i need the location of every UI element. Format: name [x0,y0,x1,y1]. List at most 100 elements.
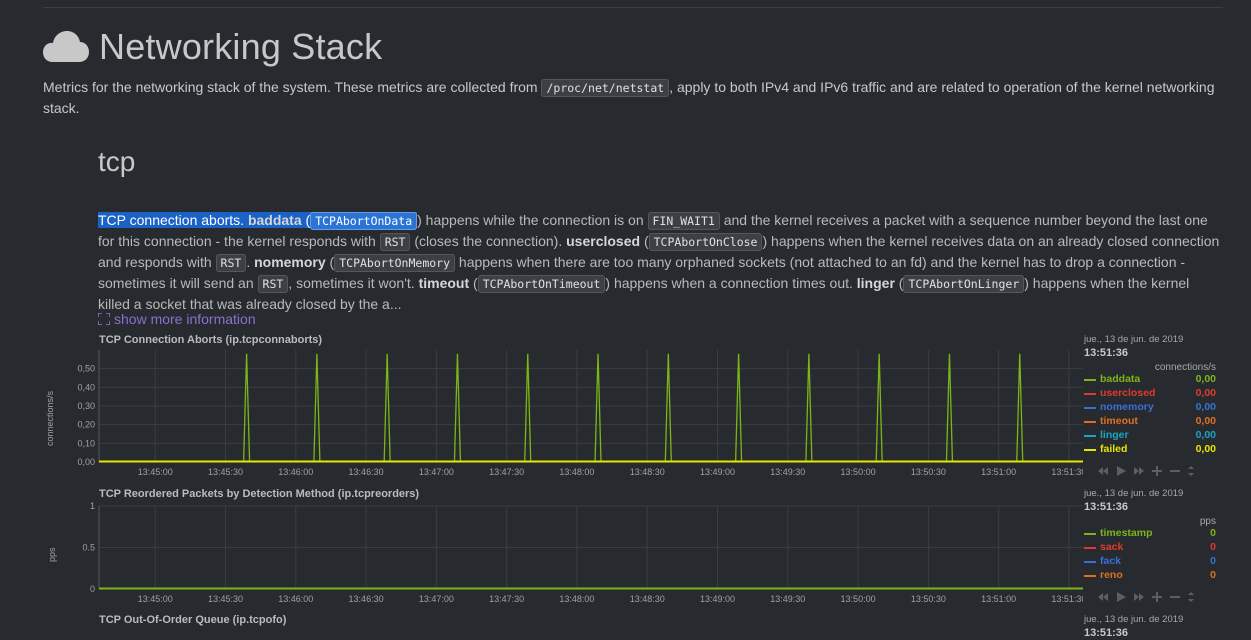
chart-legend: jue., 13 de jun. de 2019 13:51:36 [1084,614,1216,639]
y-tick-label: 0,30 [77,401,95,411]
chart-legend: jue., 13 de jun. de 2019 13:51:36 connec… [1084,334,1216,457]
legend-item-timeout[interactable]: timeout 0,00 [1084,415,1216,429]
chart-tcp-reorders[interactable]: TCP Reordered Packets by Detection Metho… [43,488,1223,612]
zoom-out-icon[interactable] [1169,465,1181,477]
forward-icon[interactable] [1133,591,1145,603]
section-description: Metrics for the networking stack of the … [43,77,1223,118]
chart-legend: jue., 13 de jun. de 2019 13:51:36 pps ti… [1084,488,1216,583]
spike-mark [805,353,813,463]
term: timeout [418,275,470,291]
spike-mark [664,353,672,463]
legend-swatch [1084,449,1096,451]
rewind-icon[interactable] [1097,591,1109,603]
inline-code: FIN_WAIT1 [647,212,720,230]
text: ( [640,233,649,249]
chart-tcp-connaborts[interactable]: TCP Connection Aborts (ip.tcpconnaborts)… [43,334,1223,484]
text: (closes the connection). [410,233,567,249]
legend-date: jue., 13 de jun. de 2019 [1084,488,1184,499]
legend-value: 0 [1210,555,1216,567]
legend-item-reno[interactable]: reno 0 [1084,569,1216,583]
x-tick-label: 13:48:30 [630,594,665,604]
x-tick-label: 13:46:30 [349,594,384,604]
y-tick-label: 0,40 [77,382,95,392]
legend-value: 0,00 [1195,415,1216,427]
show-more-label: show more information [114,311,256,327]
legend-swatch [1084,393,1096,395]
legend-units: pps [1199,516,1216,527]
zoom-in-icon[interactable] [1151,591,1163,603]
x-tick-label: 13:48:30 [630,467,665,477]
x-tick-label: 13:47:00 [419,467,454,477]
inline-code: RST [215,254,247,272]
inline-code: TCPAbortOnTimeout [477,275,606,293]
legend-value: 0,00 [1195,429,1216,441]
forward-icon[interactable] [1133,465,1145,477]
legend-value: 0,00 [1195,373,1216,385]
x-tick-label: 13:50:30 [911,467,946,477]
x-tick-label: 13:50:00 [841,594,876,604]
legend-name: userclosed [1100,387,1156,399]
play-icon[interactable] [1115,465,1127,477]
legend-item-linger[interactable]: linger 0,00 [1084,429,1216,443]
resize-icon[interactable] [1187,591,1195,603]
legend-value: 0,00 [1195,443,1216,455]
spike-mark [242,353,251,463]
legend-name: baddata [1100,373,1141,385]
text: ( [325,254,335,270]
legend-item-fack[interactable]: fack 0 [1084,555,1216,569]
zoom-in-icon[interactable] [1151,465,1163,477]
legend-name: nomemory [1100,401,1154,413]
legend-item-timestamp[interactable]: timestamp 0 [1084,527,1216,541]
x-tick-label: 13:46:30 [349,467,384,477]
text: ) happens while the connection is on [417,212,648,228]
spike-mark [594,353,602,463]
legend-item-nomemory[interactable]: nomemory 0,00 [1084,401,1216,415]
legend-swatch [1084,435,1096,437]
selection-highlight: ( [301,212,311,228]
y-tick-label: 0,50 [77,364,95,374]
plot-area[interactable]: 13:45:00 13:45:30 13:46:00 13:46:30 13:47:00… [43,488,1083,612]
text: ( [469,275,478,291]
x-tick-label: 13:48:00 [559,467,594,477]
chart-tcp-ofo[interactable]: TCP Out-Of-Order Queue (ip.tcpofo) jue.,… [43,614,1223,640]
legend-date: jue., 13 de jun. de 2019 [1084,614,1184,625]
legend-name: sack [1100,541,1124,553]
x-tick-label: 13:49:30 [770,467,805,477]
x-tick-label: 13:45:00 [138,467,173,477]
legend-name: reno [1100,569,1123,581]
legend-time: 13:51:36 [1084,627,1129,639]
inline-code: TCPAbortOnLinger [903,275,1025,293]
legend-item-sack[interactable]: sack 0 [1084,541,1216,555]
inline-code: RST [379,233,411,251]
x-tick-label: 13:51:00 [981,467,1016,477]
rewind-icon[interactable] [1097,465,1109,477]
play-icon[interactable] [1115,591,1127,603]
y-tick-label: 0,10 [77,438,95,448]
legend-name: timeout [1100,415,1138,427]
expand-icon [98,313,110,325]
x-tick-label: 13:46:00 [278,594,313,604]
legend-value: 0 [1210,569,1216,581]
resize-icon[interactable] [1187,465,1195,477]
x-tick-label: 13:49:30 [770,594,805,604]
spike-mark [875,353,883,463]
selection-highlight: baddata [247,212,302,228]
legend-time: 13:51:36 [1084,501,1129,513]
legend-name: timestamp [1100,527,1153,539]
text: ( [301,212,311,228]
zoom-out-icon[interactable] [1169,591,1181,603]
legend-name: failed [1100,443,1128,455]
selection-highlight: TCP connection aborts. [98,212,248,228]
spike-mark [313,353,321,463]
plot-area[interactable]: 13:45:00 13:45:30 13:46:00 13:46:30 13:47:00… [43,334,1083,484]
y-tick-label: 0,20 [77,420,95,430]
show-more-link[interactable]: show more information [98,311,256,327]
inline-code: TCPAbortOnClose [648,233,763,251]
legend-item-baddata[interactable]: baddata 0,00 [1084,373,1216,387]
legend-item-failed[interactable]: failed 0,00 [1084,443,1216,457]
legend-time: 13:51:36 [1084,347,1129,359]
legend-item-userclosed[interactable]: userclosed 0,00 [1084,387,1216,401]
legend-swatch [1084,547,1096,549]
desc-text: Metrics for the networking stack of the … [43,79,542,95]
text: . [246,254,255,270]
